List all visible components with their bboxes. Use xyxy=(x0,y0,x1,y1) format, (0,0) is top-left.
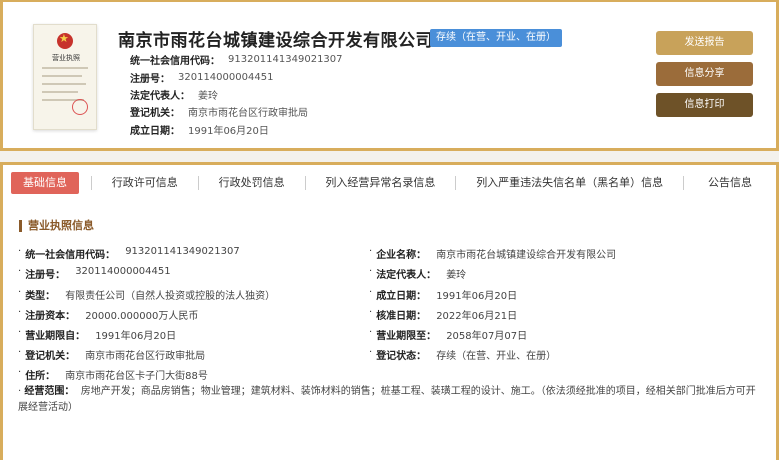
header-field-reg-number: 注册号： 320114000004451 xyxy=(130,70,273,85)
license-text-line xyxy=(42,67,88,69)
field-value: 320114000004451 xyxy=(75,266,171,277)
tab-announcements[interactable]: 公告信息 xyxy=(684,172,776,194)
field-label: 注册号： xyxy=(25,270,66,281)
field-value: 存续（在营、开业、在册） xyxy=(436,351,557,362)
info-tabs: 基础信息 行政许可信息 行政处罚信息 列入经营异常名录信息 列入严重违法失信名单… xyxy=(0,162,779,201)
field-label: 营业期限自： xyxy=(25,331,86,342)
company-header-card: 营业执照 南京市雨花台城镇建设综合开发有限公司 存续（在营、开业、在册） 统一社… xyxy=(0,0,779,151)
field-business-scope: · 经营范围： 房地产开发；商品房销售；物业管理；建筑材料、装饰材料的销售；桩基… xyxy=(18,386,756,413)
field-value: 姜玲 xyxy=(198,91,218,102)
license-text-line xyxy=(42,83,86,85)
header-field-authority: 登记机关： 南京市雨花台区行政审批局 xyxy=(130,104,308,119)
business-license-thumbnail[interactable]: 营业执照 xyxy=(33,24,97,130)
field-value: 913201141349021307 xyxy=(228,54,343,65)
field-label: 营业期限至： xyxy=(376,331,437,342)
field-label: 登记状态： xyxy=(376,351,427,362)
field-label: 登记机关： xyxy=(130,108,180,119)
field-label: 登记机关： xyxy=(25,351,76,362)
field-label: 类型： xyxy=(25,291,56,302)
tab-admin-penalty[interactable]: 行政处罚信息 xyxy=(199,172,305,194)
field-credit-code: · 统一社会信用代码： 913201141349021307 xyxy=(18,246,240,261)
field-label: 经营范围： xyxy=(24,386,75,397)
tab-admin-license[interactable]: 行政许可信息 xyxy=(92,172,198,194)
field-company-name: · 企业名称： 南京市雨花台城镇建设综合开发有限公司 xyxy=(369,246,617,261)
field-legal-rep: · 法定代表人： 姜玲 xyxy=(369,266,467,281)
field-value: 南京市雨花台城镇建设综合开发有限公司 xyxy=(436,250,617,261)
field-label: 住所： xyxy=(25,371,56,382)
field-term-from: · 营业期限自： 1991年06月20日 xyxy=(18,327,177,342)
tab-abnormal-list[interactable]: 列入经营异常名录信息 xyxy=(305,172,455,194)
field-label: 成立日期： xyxy=(376,291,427,302)
field-term-to: · 营业期限至： 2058年07月07日 xyxy=(369,327,528,342)
field-value: 320114000004451 xyxy=(178,72,274,83)
field-label: 统一社会信用代码： xyxy=(25,250,116,261)
field-value: 南京市雨花台区行政审批局 xyxy=(188,108,308,119)
field-value: 1991年06月20日 xyxy=(95,331,177,342)
field-value: 2022年06月21日 xyxy=(436,311,518,322)
field-address: · 住所： 南京市雨花台区卡子门大街88号 xyxy=(18,367,208,382)
field-label: 法定代表人： xyxy=(376,270,437,281)
field-label: 核准日期： xyxy=(376,311,427,322)
field-reg-number: · 注册号： 320114000004451 xyxy=(18,266,171,281)
send-report-button[interactable]: 发送报告 xyxy=(656,31,753,55)
status-badge: 存续（在营、开业、在册） xyxy=(430,29,562,47)
field-label: 统一社会信用代码： xyxy=(130,56,220,67)
official-stamp-icon xyxy=(72,99,88,115)
field-value: 20000.000000万人民币 xyxy=(85,311,199,322)
field-authority: · 登记机关： 南京市雨花台区行政审批局 xyxy=(18,347,206,362)
header-field-credit-code: 统一社会信用代码： 913201141349021307 xyxy=(130,52,343,67)
field-type: · 类型： 有限责任公司（自然人投资或控股的法人独资） xyxy=(18,287,276,302)
tab-basic-info[interactable]: 基础信息 xyxy=(11,172,79,194)
field-registered-capital: · 注册资本： 20000.000000万人民币 xyxy=(18,307,199,322)
license-text-line xyxy=(42,91,78,93)
field-label: 注册号： xyxy=(130,74,170,85)
field-label: 成立日期： xyxy=(130,126,180,137)
share-info-button[interactable]: 信息分享 xyxy=(656,62,753,86)
field-value: 南京市雨花台区卡子门大街88号 xyxy=(65,371,208,382)
field-value: 1991年06月20日 xyxy=(188,126,269,137)
field-established: · 成立日期： 1991年06月20日 xyxy=(369,287,518,302)
field-value: 913201141349021307 xyxy=(125,246,240,257)
header-field-legal-rep: 法定代表人： 姜玲 xyxy=(130,87,218,102)
field-label: 注册资本： xyxy=(25,311,76,322)
field-value: 房地产开发；商品房销售；物业管理；建筑材料、装饰材料的销售；桩基工程、装璜工程的… xyxy=(18,386,756,413)
field-reg-status: · 登记状态： 存续（在营、开业、在册） xyxy=(369,347,557,362)
field-value: 1991年06月20日 xyxy=(436,291,518,302)
field-value: 2058年07月07日 xyxy=(446,331,528,342)
section-title: 营业执照信息 xyxy=(19,220,94,232)
print-info-button[interactable]: 信息打印 xyxy=(656,93,753,117)
field-value: 南京市雨花台区行政审批局 xyxy=(85,351,206,362)
field-label: 企业名称： xyxy=(376,250,427,261)
company-name: 南京市雨花台城镇建设综合开发有限公司 xyxy=(118,31,433,51)
tab-blacklist[interactable]: 列入严重违法失信名单（黑名单）信息 xyxy=(456,172,683,194)
field-value: 有限责任公司（自然人投资或控股的法人独资） xyxy=(65,291,276,302)
header-field-established: 成立日期： 1991年06月20日 xyxy=(130,122,269,137)
license-text-line xyxy=(42,75,82,77)
license-title: 营业执照 xyxy=(52,54,80,62)
field-label: 法定代表人： xyxy=(130,91,190,102)
field-approved-date: · 核准日期： 2022年06月21日 xyxy=(369,307,518,322)
field-value: 姜玲 xyxy=(446,270,467,281)
national-emblem-icon xyxy=(57,32,73,49)
